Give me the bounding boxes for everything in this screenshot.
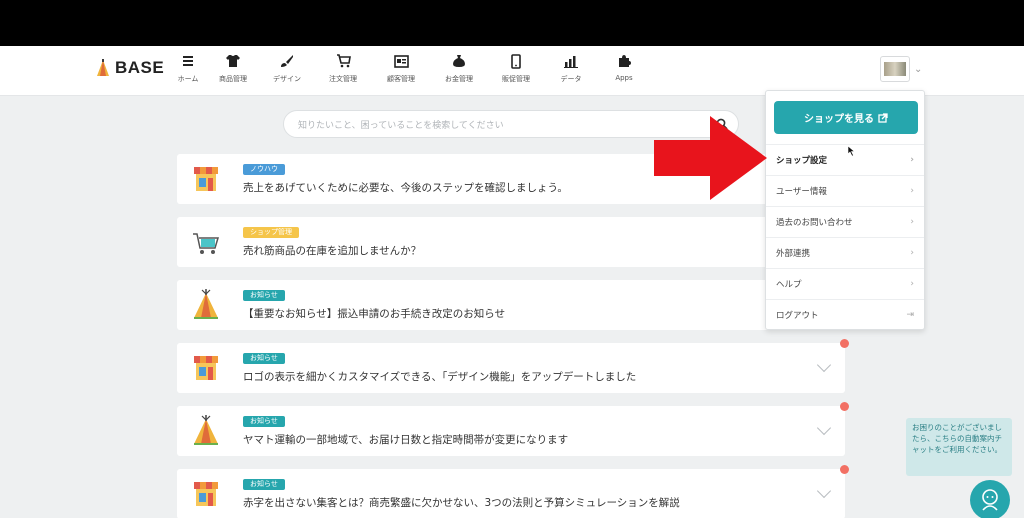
- nav-label: Apps: [615, 74, 633, 82]
- help-text: お困りのことがございましたら、こちらの自動案内チャットをご利用ください。: [912, 423, 1002, 454]
- logo-text: BASE: [115, 58, 165, 77]
- puzzle-icon: [617, 52, 631, 70]
- chat-bot-icon: [982, 489, 998, 511]
- chevron-down-icon[interactable]: [816, 420, 832, 436]
- nav-label: お金管理: [445, 75, 473, 83]
- menu-icon: [182, 52, 194, 70]
- nav-apps[interactable]: Apps: [598, 52, 650, 84]
- cart-icon: [193, 233, 220, 254]
- card-title: 売上をあげていくために必要な、今後のステップを確認しましょう。: [243, 182, 568, 194]
- menu-item-past-inquiries[interactable]: 過去のお問い合わせ ›: [766, 206, 924, 237]
- category-badge: お知らせ: [243, 416, 285, 427]
- card-title: 【重要なお知らせ】振込申請のお手続き改定のお知らせ: [243, 308, 506, 320]
- search-placeholder: 知りたいこと、困っていることを検索してください: [298, 120, 504, 131]
- tent-icon: [194, 415, 218, 445]
- notice-card[interactable]: お知らせ ロゴの表示を細かくカスタマイズできる、「デザイン機能」をアップデートし…: [177, 339, 849, 393]
- menu-item-logout[interactable]: ログアウト ⇥: [766, 299, 924, 330]
- avatar-image: [884, 62, 906, 76]
- account-menu-toggle[interactable]: ⌄: [880, 56, 922, 82]
- notice-card[interactable]: ショップ管理 売れ筋商品の在庫を追加しませんか？: [177, 217, 845, 267]
- nav-money[interactable]: お金管理: [431, 52, 487, 84]
- nav-label: ホーム: [177, 75, 199, 83]
- card-title: ヤマト運輸の一部地域で、お届け日数と指定時間帯が変更になります: [243, 434, 569, 446]
- app-frame: BASE ホーム 商品管理 デザイン 注文管理 顧客管理 お金管理 販促管理 デ…: [0, 46, 1024, 518]
- nav-products[interactable]: 商品管理: [207, 52, 259, 84]
- unread-dot: [840, 465, 849, 474]
- help-tooltip: お困りのことがございましたら、こちらの自動案内チャットをご利用ください。: [906, 418, 1012, 476]
- nav-label: データ: [560, 75, 582, 83]
- chevron-right-icon: ›: [910, 248, 914, 258]
- logout-icon: ⇥: [906, 310, 914, 320]
- menu-item-label: ログアウト: [776, 311, 819, 321]
- menu-item-help[interactable]: ヘルプ ›: [766, 268, 924, 299]
- nav-label: 注文管理: [329, 75, 357, 83]
- shop-icon: [194, 167, 218, 191]
- shop-icon: [194, 482, 218, 506]
- view-shop-label: ショップを見る: [804, 114, 874, 125]
- avatar: [880, 56, 910, 82]
- money-bag-icon: [452, 52, 466, 70]
- id-card-icon: [393, 52, 409, 70]
- nav-label: 顧客管理: [387, 75, 415, 83]
- chevron-right-icon: ›: [910, 279, 914, 289]
- nav-label: デザイン: [273, 75, 301, 83]
- top-navbar: BASE ホーム 商品管理 デザイン 注文管理 顧客管理 お金管理 販促管理 デ…: [0, 46, 1024, 96]
- menu-item-shop-settings[interactable]: ショップ設定 ›: [766, 144, 924, 175]
- notice-card[interactable]: お知らせ ヤマト運輸の一部地域で、お届け日数と指定時間帯が変更になります: [177, 402, 849, 456]
- view-shop-button[interactable]: ショップを見る: [774, 101, 918, 134]
- nav-orders[interactable]: 注文管理: [315, 52, 371, 84]
- chevron-right-icon: ›: [910, 217, 914, 227]
- menu-item-integrations[interactable]: 外部連携 ›: [766, 237, 924, 268]
- category-badge: お知らせ: [243, 353, 285, 364]
- chat-button[interactable]: [970, 480, 1010, 518]
- shirt-icon: [225, 52, 241, 70]
- red-arrow-annotation: [654, 116, 767, 200]
- notice-card[interactable]: お知らせ 【重要なお知らせ】振込申請のお手続き改定のお知らせ: [177, 280, 845, 330]
- category-badge: お知らせ: [243, 479, 285, 490]
- smartphone-icon: [511, 52, 521, 70]
- menu-item-user-info[interactable]: ユーザー情報 ›: [766, 175, 924, 206]
- category-badge: ノウハウ: [243, 164, 285, 175]
- tent-icon: [194, 289, 218, 319]
- card-title: 赤字を出さない集客とは？商売繁盛に欠かせない、3つの法則と予算シミュレーションを…: [243, 497, 680, 509]
- menu-item-label: 外部連携: [776, 249, 811, 259]
- chevron-right-icon: ›: [910, 155, 914, 165]
- card-title: 売れ筋商品の在庫を追加しませんか？: [243, 245, 422, 257]
- chevron-down-icon[interactable]: [816, 483, 832, 499]
- category-badge: お知らせ: [243, 290, 285, 301]
- logo-icon: [97, 59, 109, 76]
- base-logo[interactable]: BASE: [95, 58, 164, 78]
- unread-dot: [840, 339, 849, 348]
- menu-item-label: ショップ設定: [776, 156, 828, 166]
- menu-item-label: ヘルプ: [776, 280, 802, 290]
- unread-dot: [840, 402, 849, 411]
- menu-item-label: 過去のお問い合わせ: [776, 218, 853, 228]
- nav-customers[interactable]: 顧客管理: [372, 52, 430, 84]
- chevron-down-icon[interactable]: [816, 357, 832, 373]
- nav-label: 商品管理: [219, 75, 247, 83]
- cart-icon: [336, 52, 351, 70]
- notice-card[interactable]: お知らせ 赤字を出さない集客とは？商売繁盛に欠かせない、3つの法則と予算シミュレ…: [177, 465, 849, 518]
- chevron-right-icon: ›: [910, 186, 914, 196]
- card-title: ロゴの表示を細かくカスタマイズできる、「デザイン機能」をアップデートしました: [243, 371, 637, 383]
- nav-data[interactable]: データ: [545, 52, 597, 84]
- external-link-icon: [878, 112, 888, 123]
- account-dropdown: ショップを見る ショップ設定 › ユーザー情報 › 過去のお問い合わせ › 外部…: [765, 90, 925, 330]
- shop-icon: [194, 356, 218, 380]
- nav-promotion[interactable]: 販促管理: [488, 52, 544, 84]
- nav-design[interactable]: デザイン: [260, 52, 314, 84]
- bar-chart-icon: [564, 52, 578, 70]
- brush-icon: [280, 52, 294, 70]
- nav-home[interactable]: ホーム: [170, 52, 206, 84]
- nav-label: 販促管理: [502, 75, 530, 83]
- category-badge: ショップ管理: [243, 227, 299, 238]
- main-nav: ホーム 商品管理 デザイン 注文管理 顧客管理 お金管理 販促管理 データ Ap…: [170, 52, 651, 84]
- menu-item-label: ユーザー情報: [776, 187, 827, 197]
- chevron-down-icon: ⌄: [914, 63, 923, 75]
- cursor-icon: [847, 145, 856, 157]
